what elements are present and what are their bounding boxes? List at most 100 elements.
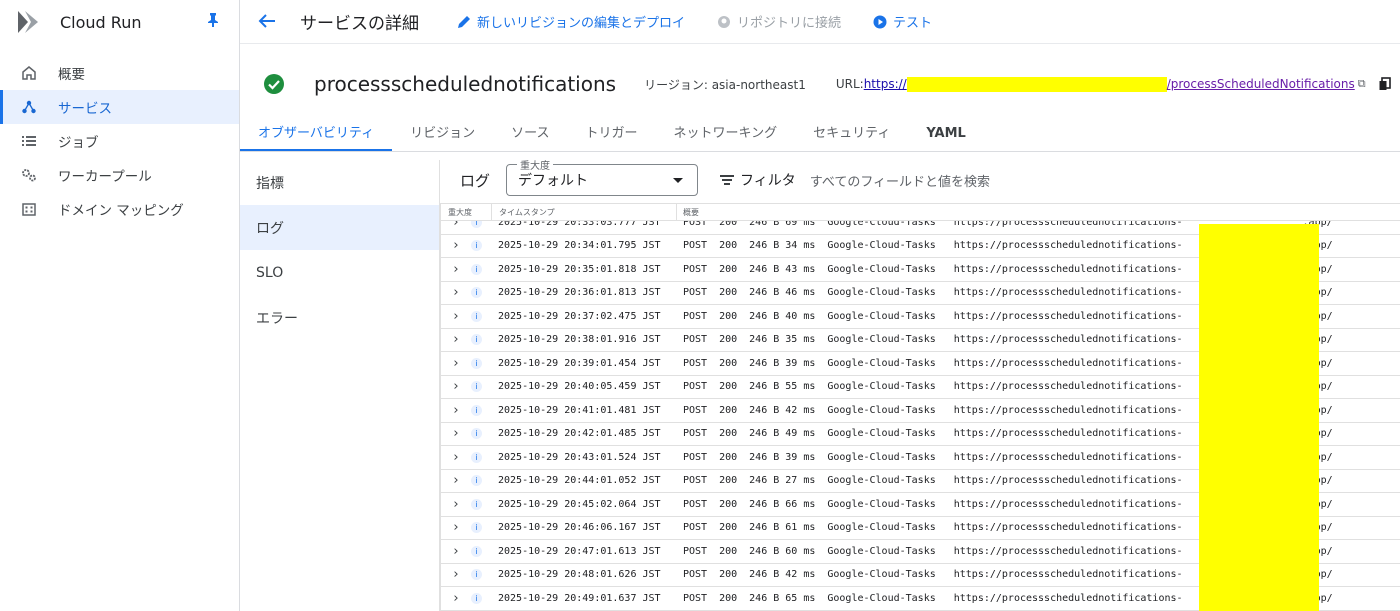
logs-toolbar: ログ 重大度 デフォルト フィルタ すべてのフィールドと値を検索	[440, 157, 1400, 202]
info-severity-icon: i	[471, 475, 482, 487]
edit-deploy-button[interactable]: 新しいリビジョンの編集とデプロイ	[457, 12, 685, 31]
play-icon	[873, 15, 887, 28]
service-url-path[interactable]: /processScheduledNotifications	[1167, 77, 1355, 91]
redaction-block	[906, 76, 1167, 92]
expand-chevron-icon[interactable]: ›	[445, 473, 467, 488]
log-table: 重大度 タイムスタンプ 概要 › i 2025-10-29 20:33:03.777…	[440, 203, 1400, 611]
log-url[interactable]: https://processschedulednotifications-	[954, 522, 1183, 533]
expand-chevron-icon[interactable]: ›	[445, 567, 467, 582]
tab-source[interactable]: ソース	[493, 122, 567, 151]
column-summary[interactable]: 概要	[677, 207, 699, 218]
filter-button[interactable]: フィルタ	[720, 170, 796, 190]
log-url[interactable]: https://processschedulednotifications-	[954, 311, 1183, 322]
expand-chevron-icon[interactable]: ›	[445, 544, 467, 559]
domain-icon	[20, 200, 38, 218]
back-arrow-icon[interactable]	[258, 10, 278, 34]
log-url[interactable]: https://processschedulednotifications-	[954, 475, 1183, 486]
page-title: サービスの詳細	[300, 14, 419, 34]
log-url[interactable]: https://processschedulednotifications-	[954, 405, 1183, 416]
expand-chevron-icon[interactable]: ›	[445, 238, 467, 253]
log-method: POST	[683, 240, 708, 252]
nav-item-domain-mappings[interactable]: ドメイン マッピング	[0, 192, 239, 226]
log-status: 200	[719, 263, 738, 275]
pin-icon[interactable]	[201, 13, 225, 31]
expand-chevron-icon[interactable]: ›	[445, 356, 467, 371]
log-timestamp: 2025-10-29 20:46:06.167 JST	[498, 522, 661, 534]
log-url[interactable]: https://processschedulednotifications-	[954, 381, 1183, 392]
external-link-icon[interactable]: ⧉	[1358, 77, 1366, 91]
expand-chevron-icon[interactable]: ›	[445, 520, 467, 535]
log-url[interactable]: https://processschedulednotifications-	[954, 569, 1183, 580]
nav-item-worker-pools[interactable]: ワーカープール	[0, 158, 239, 192]
subnav-logs[interactable]: ログ	[240, 205, 439, 250]
expand-chevron-icon[interactable]: ›	[445, 450, 467, 465]
expand-chevron-icon[interactable]: ›	[445, 591, 467, 606]
tab-revisions[interactable]: リビジョン	[392, 122, 493, 151]
log-timestamp: 2025-10-29 20:37:02.475 JST	[498, 310, 661, 322]
copy-icon[interactable]	[1378, 77, 1392, 91]
subnav-metrics[interactable]: 指標	[240, 160, 439, 205]
info-severity-icon: i	[471, 357, 482, 369]
log-size: 246 B	[749, 263, 780, 275]
tab-observability[interactable]: オブザーバビリティ	[240, 122, 393, 151]
nav-item-overview[interactable]: 概要	[0, 56, 239, 90]
log-size: 246 B	[749, 545, 780, 557]
log-size: 246 B	[749, 240, 780, 252]
log-url[interactable]: https://processschedulednotifications-	[954, 287, 1183, 298]
info-severity-icon: i	[471, 451, 482, 463]
connect-repo-button[interactable]: リポジトリに接続	[717, 12, 841, 31]
log-method: POST	[683, 498, 708, 510]
subnav-slo[interactable]: SLO	[240, 250, 439, 295]
nav-item-jobs[interactable]: ジョブ	[0, 124, 239, 158]
test-button[interactable]: テスト	[873, 12, 932, 31]
tab-yaml[interactable]: YAML	[908, 126, 983, 151]
service-name: processschedulednotifications	[314, 72, 617, 96]
log-url[interactable]: https://processschedulednotifications-	[954, 452, 1183, 463]
log-url[interactable]: https://processschedulednotifications-	[954, 593, 1183, 604]
cloud-run-logo-icon[interactable]	[16, 8, 44, 36]
log-url[interactable]: https://processschedulednotifications-	[954, 334, 1183, 345]
log-user-agent: Google-Cloud-Tasks	[827, 592, 936, 604]
expand-chevron-icon[interactable]: ›	[445, 332, 467, 347]
log-user-agent: Google-Cloud-Tasks	[827, 428, 936, 440]
log-timestamp: 2025-10-29 20:35:01.818 JST	[498, 263, 661, 275]
nav-item-services[interactable]: サービス	[0, 90, 239, 124]
expand-chevron-icon[interactable]: ›	[445, 403, 467, 418]
log-latency: 42 ms	[785, 404, 816, 416]
expand-chevron-icon[interactable]: ›	[445, 262, 467, 277]
log-method: POST	[683, 475, 708, 487]
expand-chevron-icon[interactable]: ›	[445, 309, 467, 324]
expand-chevron-icon[interactable]: ›	[445, 426, 467, 441]
log-status: 200	[719, 310, 738, 322]
pencil-icon	[458, 15, 470, 28]
log-url[interactable]: https://processschedulednotifications-	[954, 546, 1183, 557]
expand-chevron-icon[interactable]: ›	[445, 285, 467, 300]
observability-subnav: 指標 ログ SLO エラー	[240, 160, 440, 611]
info-severity-icon: i	[471, 287, 482, 299]
service-url-link[interactable]: https://	[864, 77, 907, 91]
tab-networking[interactable]: ネットワーキング	[655, 122, 795, 151]
home-icon	[20, 64, 38, 82]
log-method: POST	[683, 569, 708, 581]
nav-header: Cloud Run	[0, 0, 239, 44]
tab-security[interactable]: セキュリティ	[795, 122, 908, 151]
column-severity[interactable]: 重大度	[441, 204, 492, 220]
log-user-agent: Google-Cloud-Tasks	[827, 451, 936, 463]
log-url[interactable]: https://processschedulednotifications-	[954, 240, 1183, 251]
subnav-errors[interactable]: エラー	[240, 295, 439, 340]
log-url[interactable]: https://processschedulednotifications-	[954, 264, 1183, 275]
expand-chevron-icon[interactable]: ›	[445, 379, 467, 394]
expand-chevron-icon[interactable]: ›	[445, 497, 467, 512]
column-timestamp[interactable]: タイムスタンプ	[492, 204, 677, 220]
log-latency: 46 ms	[785, 287, 816, 299]
log-url[interactable]: https://processschedulednotifications-	[954, 358, 1183, 369]
log-url[interactable]: https://processschedulednotifications-	[954, 499, 1183, 510]
nav-list: 概要 サービス ジョブ ワーカープール ドメイン マッピング	[0, 56, 239, 226]
severity-select[interactable]: 重大度 デフォルト	[506, 157, 699, 196]
product-name[interactable]: Cloud Run	[60, 13, 201, 32]
log-search-input[interactable]: すべてのフィールドと値を検索	[810, 171, 990, 190]
log-url[interactable]: https://processschedulednotifications-	[954, 428, 1183, 439]
services-icon	[20, 98, 38, 116]
info-severity-icon: i	[471, 545, 482, 557]
tab-triggers[interactable]: トリガー	[567, 122, 655, 151]
